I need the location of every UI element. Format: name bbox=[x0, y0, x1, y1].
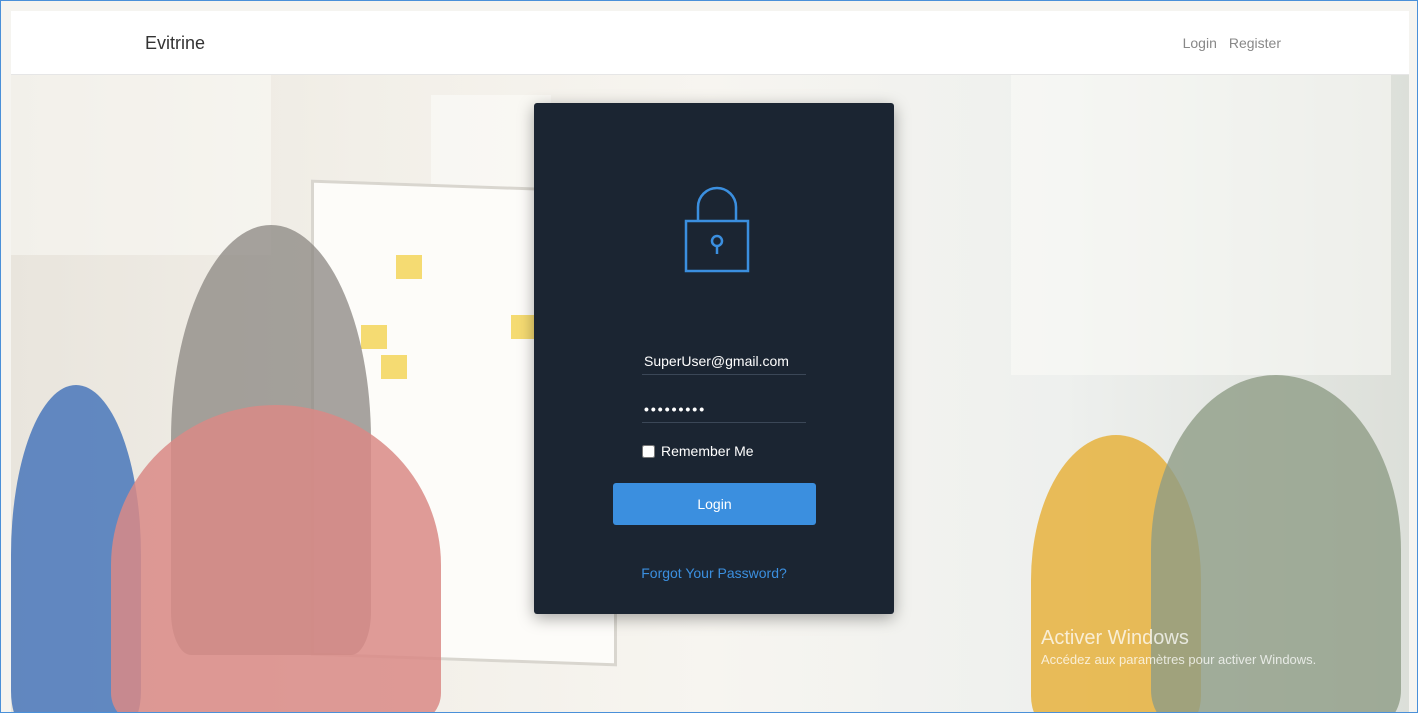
brand-logo-text[interactable]: Evitrine bbox=[145, 33, 205, 54]
remember-me[interactable]: Remember Me bbox=[642, 443, 754, 459]
watermark-title: Activer Windows bbox=[1041, 627, 1189, 649]
student-pink bbox=[111, 405, 441, 712]
login-button[interactable]: Login bbox=[613, 483, 816, 525]
login-card: Remember Me Login Forgot Your Password? bbox=[534, 103, 894, 614]
sticky-note bbox=[381, 355, 407, 379]
lock-icon bbox=[684, 186, 750, 273]
email-field[interactable] bbox=[642, 349, 806, 375]
sticky-note bbox=[361, 325, 387, 349]
remember-me-checkbox[interactable] bbox=[642, 444, 655, 458]
remember-me-label: Remember Me bbox=[661, 443, 754, 459]
password-field[interactable] bbox=[642, 397, 806, 423]
nav-links: Login Register bbox=[1183, 35, 1281, 51]
watermark-subtitle: Accédez aux paramètres pour activer Wind… bbox=[1041, 652, 1317, 667]
browser-viewport: Evitrine Login Register Activer Windows … bbox=[0, 0, 1418, 713]
windows-activation-watermark: Activer Windows Accédez aux paramètres p… bbox=[1041, 627, 1316, 667]
sticky-note bbox=[396, 255, 422, 279]
nav-register-link[interactable]: Register bbox=[1229, 35, 1281, 51]
top-navbar: Evitrine Login Register bbox=[11, 11, 1409, 75]
forgot-password-link[interactable]: Forgot Your Password? bbox=[534, 565, 894, 581]
window-left bbox=[11, 75, 271, 255]
window-right bbox=[1011, 75, 1391, 375]
nav-login-link[interactable]: Login bbox=[1183, 35, 1217, 51]
